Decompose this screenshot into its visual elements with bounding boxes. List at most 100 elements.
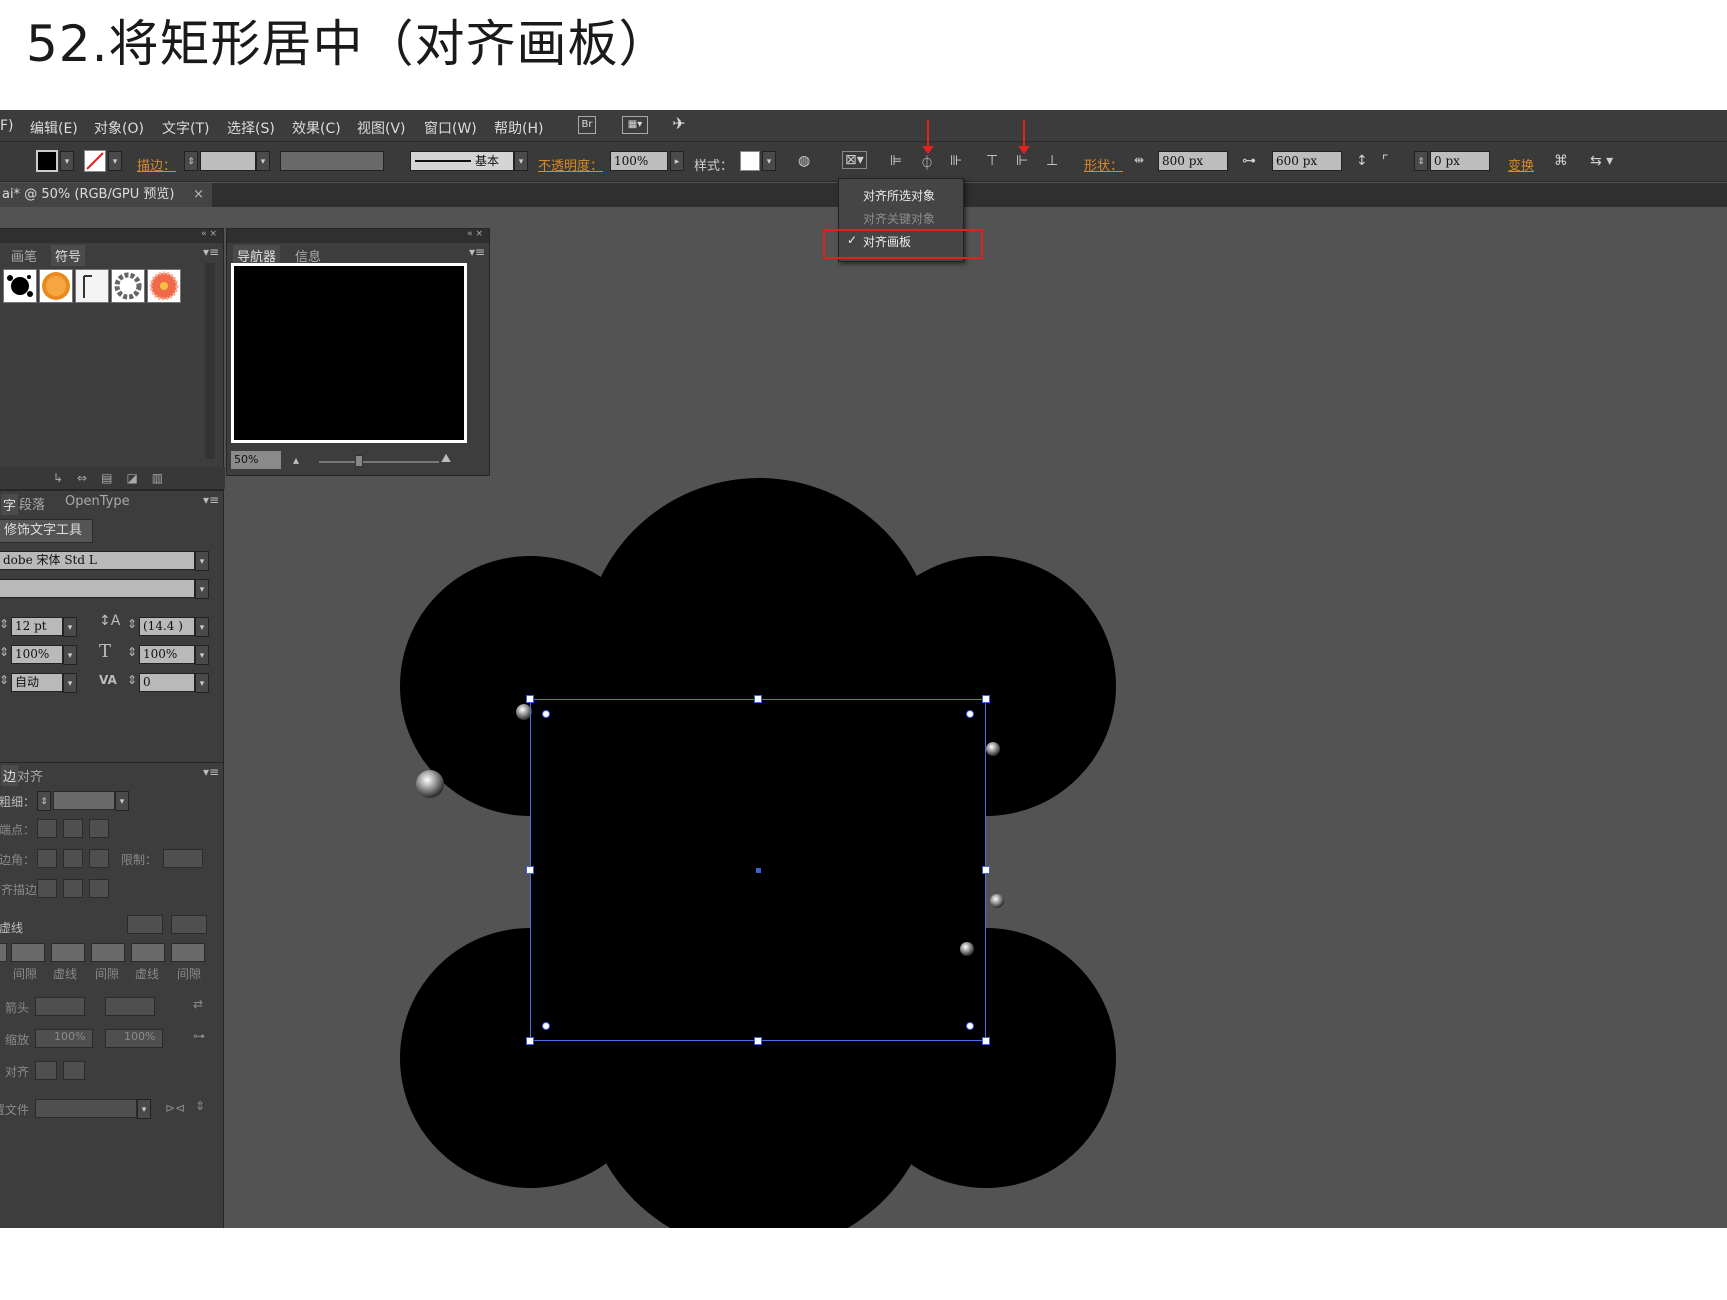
align-center-button[interactable] — [37, 879, 57, 898]
panel-collapse-bar[interactable]: « × — [227, 229, 489, 243]
corner-widget-top-left[interactable] — [542, 710, 550, 718]
flip-along-icon[interactable]: ⊳⊲ — [165, 1101, 185, 1115]
vertical-scale-field[interactable]: 100% — [11, 645, 63, 664]
touch-type-tool-button[interactable]: 修饰文字工具 — [0, 519, 93, 543]
corner-widget-top-right[interactable] — [966, 710, 974, 718]
tab-opentype[interactable]: OpenType — [65, 494, 130, 509]
stroke-label[interactable]: 描边： — [137, 155, 176, 174]
menu-align-to-selection[interactable]: 对齐所选对象 — [863, 187, 935, 204]
graphic-style-swatch[interactable] — [740, 151, 760, 171]
horizontal-scale-stepper[interactable]: ⇕ — [127, 645, 137, 659]
limit-field[interactable] — [163, 849, 203, 868]
bubble-small-2[interactable] — [986, 742, 1000, 756]
stroke-weight-field[interactable] — [200, 151, 256, 171]
font-size-stepper[interactable]: ⇕ — [0, 617, 9, 631]
link-scale-icon[interactable]: ⊶ — [193, 1029, 205, 1043]
zoom-slider[interactable] — [319, 461, 439, 463]
round-cap-button[interactable] — [63, 819, 83, 838]
swap-arrowheads-icon[interactable]: ⇄ — [193, 997, 203, 1011]
arrowhead-end-field[interactable] — [105, 997, 155, 1016]
horizontal-scale-field[interactable]: 100% — [139, 645, 195, 664]
leading-dropdown[interactable]: ▾ — [195, 617, 209, 637]
menu-align-to-key-object[interactable]: 对齐关键对象 — [863, 210, 935, 227]
kerning-stepper[interactable]: ⇕ — [0, 673, 9, 687]
zoom-field[interactable]: 50% — [231, 451, 281, 469]
gap-field-0[interactable] — [0, 943, 7, 962]
navigator-preview[interactable] — [231, 263, 467, 443]
arrow-extend-button[interactable] — [35, 1061, 57, 1080]
workspace-layout-icon[interactable]: ▦▾ — [622, 116, 648, 134]
align-outside-button[interactable] — [89, 879, 109, 898]
menu-effect[interactable]: 效果(C) — [292, 118, 341, 138]
leading-stepper[interactable]: ⇕ — [127, 617, 137, 631]
butt-cap-button[interactable] — [37, 819, 57, 838]
tracking-dropdown[interactable]: ▾ — [195, 673, 209, 693]
tab-align[interactable]: 对齐 — [17, 766, 43, 785]
transform-label[interactable]: 变换 — [1508, 155, 1534, 174]
panel-menu-icon[interactable]: ▾≡ — [203, 765, 219, 779]
align-right-icon[interactable]: ⊪ — [950, 153, 962, 169]
recolor-icon[interactable]: ◍ — [798, 153, 810, 169]
dash-field-3[interactable] — [171, 943, 205, 962]
panel-footer-icons[interactable]: ↳⇔▤◪▥ — [0, 467, 225, 489]
stroke-swatch[interactable] — [84, 150, 106, 172]
weight-field[interactable] — [53, 791, 115, 810]
symbol-splash[interactable] — [3, 269, 37, 303]
handle-top-left[interactable] — [526, 695, 534, 703]
panel-collapse-bar[interactable]: « × — [0, 229, 223, 243]
profile-dropdown[interactable]: ▾ — [137, 1099, 151, 1119]
weight-dropdown[interactable]: ▾ — [115, 791, 129, 811]
arrowhead-start-field[interactable] — [35, 997, 85, 1016]
font-size-field[interactable]: 12 pt — [11, 617, 63, 636]
align-to-icon[interactable]: ⊠▾ — [842, 151, 867, 169]
arrow-inside-button[interactable] — [63, 1061, 85, 1080]
tab-brushes[interactable]: 画笔 — [11, 246, 37, 265]
scrollbar[interactable] — [205, 263, 215, 459]
font-family-dropdown[interactable]: ▾ — [195, 551, 209, 571]
height-field[interactable]: 600 px — [1272, 151, 1342, 171]
tracking-field[interactable]: 0 — [139, 673, 195, 692]
handle-middle-left[interactable] — [526, 866, 534, 874]
brush-definition-field[interactable]: 基本 — [410, 151, 514, 171]
square-cap-button[interactable] — [89, 819, 109, 838]
align-top-icon[interactable]: ⊤ — [986, 153, 998, 169]
vertical-scale-stepper[interactable]: ⇕ — [0, 645, 9, 659]
symbol-wreath[interactable] — [111, 269, 145, 303]
opacity-slider-button[interactable]: ▸ — [670, 151, 684, 171]
shape-label[interactable]: 形状： — [1084, 155, 1123, 174]
menu-type[interactable]: 文字(T) — [162, 118, 209, 138]
scale-end-field[interactable]: 100% — [105, 1029, 163, 1048]
menu-select[interactable]: 选择(S) — [227, 118, 275, 138]
corner-type-icon[interactable]: ⌜ — [1382, 153, 1389, 169]
gap-field-2[interactable] — [131, 943, 165, 962]
handle-bottom-center[interactable] — [754, 1037, 762, 1045]
variable-width-field[interactable] — [280, 151, 384, 171]
bubble-left[interactable] — [416, 770, 444, 798]
profile-field[interactable] — [35, 1099, 137, 1118]
panel-menu-icon[interactable]: ▾≡ — [203, 493, 219, 507]
link-proportions-icon[interactable]: ⊶ — [1242, 153, 1256, 169]
align-inside-button[interactable] — [63, 879, 83, 898]
bubble-small-3[interactable] — [990, 894, 1004, 908]
stroke-dropdown[interactable]: ▾ — [108, 151, 122, 171]
menu-help[interactable]: 帮助(H) — [494, 118, 543, 138]
document-tab[interactable]: ai* @ 50% (RGB/GPU 预览) × — [0, 183, 212, 207]
panel-menu-icon[interactable]: ⇆ ▾ — [1590, 153, 1613, 169]
scale-start-field[interactable]: 100% — [35, 1029, 93, 1048]
corner-radius-stepper[interactable]: ⇕ — [1414, 151, 1428, 171]
tab-character[interactable]: 字 — [1, 494, 19, 515]
handle-bottom-right[interactable] — [982, 1037, 990, 1045]
align-horizontal-center-icon[interactable]: ⏀ — [920, 153, 934, 173]
tab-stroke[interactable]: 边 — [1, 765, 19, 786]
graphic-style-dropdown[interactable]: ▾ — [762, 151, 776, 171]
symbol-flower[interactable] — [147, 269, 181, 303]
gap-field-1[interactable] — [51, 943, 85, 962]
miter-join-button[interactable] — [37, 849, 57, 868]
panel-menu-icon[interactable]: ▾≡ — [469, 245, 485, 259]
sync-icon[interactable]: ✈ — [670, 116, 688, 134]
menu-object[interactable]: 对象(O) — [94, 118, 144, 138]
zoom-in-icon[interactable]: ⛰ — [441, 451, 451, 466]
weight-stepper[interactable]: ⇕ — [37, 791, 51, 811]
brush-definition-dropdown[interactable]: ▾ — [514, 151, 528, 171]
tab-symbols[interactable]: 符号 — [51, 245, 86, 266]
